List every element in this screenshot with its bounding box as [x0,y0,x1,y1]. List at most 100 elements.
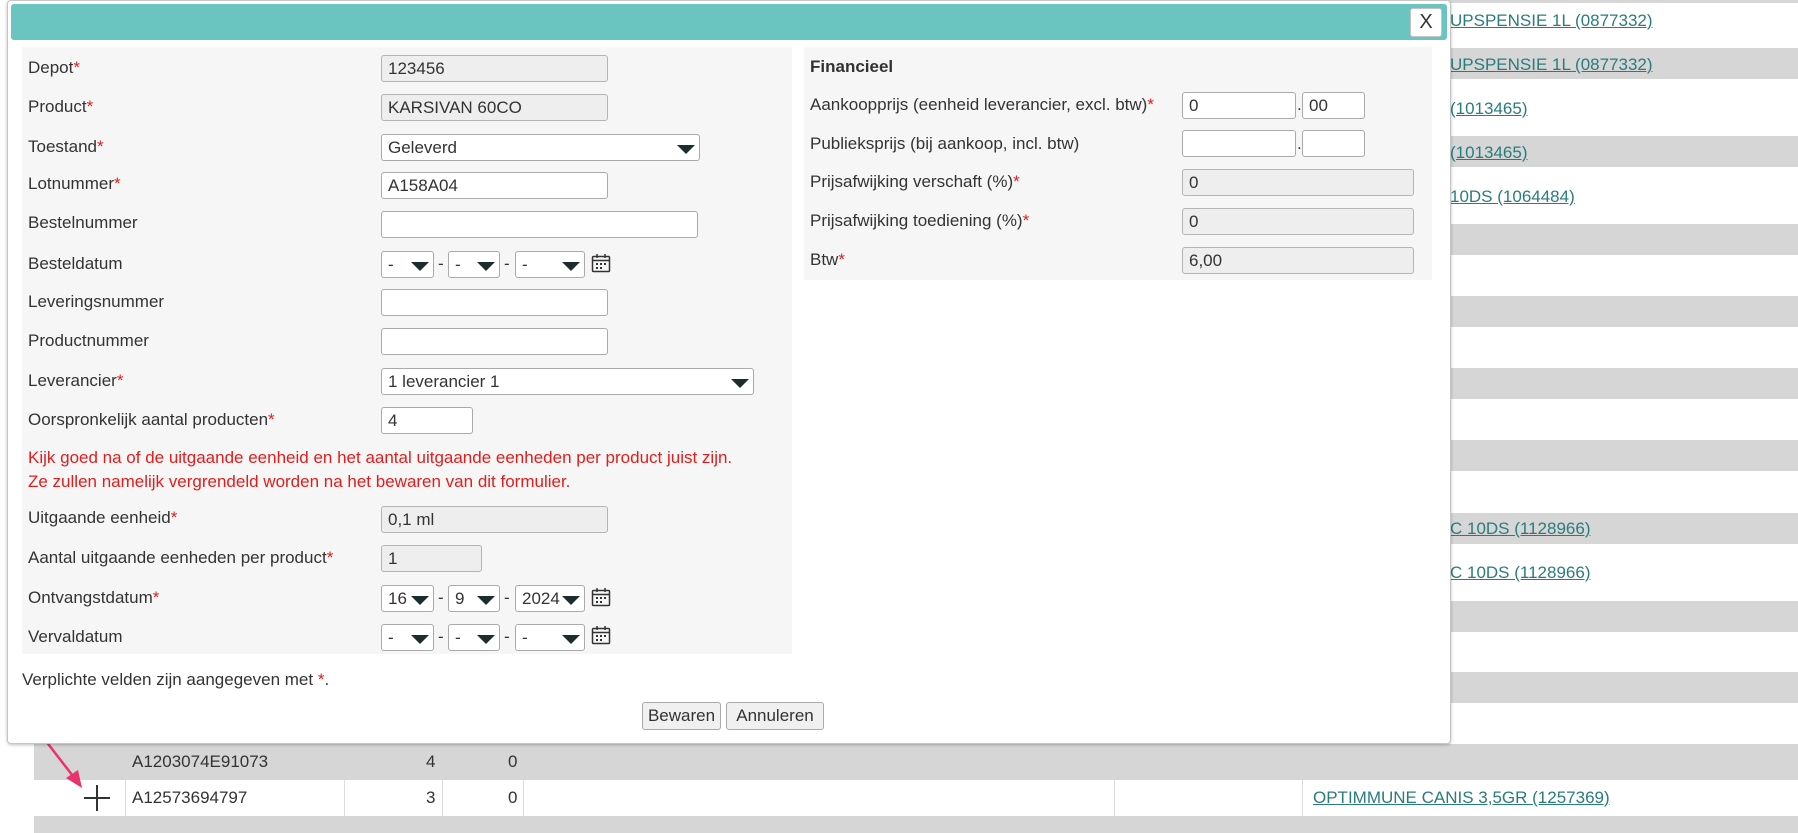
product-link[interactable]: 10DS (1064484) [1450,187,1575,207]
financial-section-title: Financieel [810,57,894,76]
oorspronkelijk-aantal-label: Oorspronkelijk aantal producten* [28,410,275,429]
product-field[interactable]: KARSIVAN 60CO [381,94,608,121]
save-button[interactable]: Bewaren [642,702,721,730]
calendar-icon[interactable] [591,625,611,645]
table-row-stripe [1447,672,1798,703]
product-link[interactable]: UPSPENSIE 1L (0877332) [1450,55,1653,75]
aankoopprijs-whole-input[interactable]: 0 [1182,92,1296,119]
product-label: Product* [28,97,94,116]
besteldatum-year-select[interactable]: - [515,251,585,278]
btw-field[interactable]: 6,00 [1182,247,1414,274]
quantity-cell: 3 [426,788,436,807]
chevron-down-icon [562,596,580,605]
besteldatum-label: Besteldatum [28,254,123,273]
bestelnummer-label: Bestelnummer [28,213,138,232]
close-button[interactable]: X [1410,8,1442,37]
aankoopprijs-label: Aankoopprijs (eenheid leverancier, excl.… [810,95,1154,114]
besteldatum-day-select[interactable]: - [381,251,434,278]
prijsafwijking-verschaft-field[interactable]: 0 [1182,169,1414,196]
calendar-icon[interactable] [591,253,611,273]
leverancier-select[interactable]: 1 leverancier 1 [381,368,754,395]
table-row-stripe [1447,224,1798,255]
aantal-uitgaande-field[interactable]: 1 [381,545,482,572]
chevron-down-icon [562,262,580,271]
table-row-stripe [1447,440,1798,471]
product-link[interactable]: OPTIMMUNE CANIS 3,5GR (1257369) [1313,780,1610,816]
oorspronkelijk-aantal-input[interactable]: 4 [381,407,473,434]
product-link[interactable]: UPSPENSIE 1L (0877332) [1450,11,1653,31]
quantity-cell: 4 [426,752,436,771]
count-cell: 0 [508,788,518,807]
prijsafwijking-toediening-field[interactable]: 0 [1182,208,1414,235]
depot-label: Depot* [28,58,80,77]
leverancier-label: Leverancier* [28,371,124,390]
productnummer-label: Productnummer [28,331,149,350]
warning-line-2: Ze zullen namelijk vergrendeld worden na… [28,472,571,491]
date-separator: - [504,627,510,646]
ontvangstdatum-month-select[interactable]: 9 [448,585,500,612]
publieksprijs-label: Publieksprijs (bij aankoop, incl. btw) [810,134,1080,153]
product-link[interactable]: C 10DS (1128966) [1450,563,1591,583]
uitgaande-eenheid-field[interactable]: 0,1 ml [381,506,608,533]
table-row: A12573694797 3 0 OPTIMMUNE CANIS 3,5GR (… [34,780,1798,816]
chevron-down-icon [677,145,695,154]
date-separator: - [438,254,444,273]
vervaldatum-label: Vervaldatum [28,627,123,646]
count-cell: 0 [508,752,518,771]
productnummer-input[interactable] [381,328,608,355]
chevron-down-icon [477,596,495,605]
table-row-stripe [1447,368,1798,399]
date-separator: - [504,254,510,273]
chevron-down-icon [477,262,495,271]
dialog-title-bar: X [11,4,1447,40]
table-row-stripe [1447,0,1798,3]
table-row-stripe [1447,296,1798,327]
edit-lot-dialog: X Depot* Product* Toestand* Lotnummer* B… [7,0,1451,744]
publieksprijs-decimal-input[interactable] [1302,130,1365,157]
leveringsnummer-input[interactable] [381,289,608,316]
aantal-uitgaande-label: Aantal uitgaande eenheden per product* [28,548,334,567]
date-separator: - [438,627,444,646]
toestand-label: Toestand* [28,137,104,156]
financial-panel [804,47,1432,280]
chevron-down-icon [411,262,429,271]
prijsafwijking-toediening-label: Prijsafwijking toediening (%)* [810,211,1030,230]
chevron-down-icon [562,635,580,644]
table-row-stripe [1447,601,1798,632]
chevron-down-icon [411,596,429,605]
product-link[interactable]: (1013465) [1450,99,1528,119]
warning-line-1: Kijk goed na of de uitgaande eenheid en … [28,448,733,467]
product-link[interactable]: (1013465) [1450,143,1528,163]
calendar-icon[interactable] [591,587,611,607]
product-link[interactable]: C 10DS (1128966) [1450,519,1591,539]
table-row: A1203074E91073 4 0 [34,744,1798,780]
required-fields-note: Verplichte velden zijn aangegeven met *. [22,670,330,689]
besteldatum-month-select[interactable]: - [448,251,500,278]
depot-field[interactable]: 123456 [381,55,608,82]
lotnummer-input[interactable]: A158A04 [381,172,608,199]
ontvangstdatum-year-select[interactable]: 2024 [515,585,585,612]
chevron-down-icon [731,379,749,388]
uitgaande-eenheid-label: Uitgaande eenheid* [28,508,178,527]
lot-number: A1203074E91073 [132,752,269,771]
bestelnummer-input[interactable] [381,211,698,238]
publieksprijs-whole-input[interactable] [1182,130,1296,157]
lotnummer-label: Lotnummer* [28,174,121,193]
lot-number: A12573694797 [132,788,248,807]
date-separator: - [438,588,444,607]
toestand-select[interactable]: Geleverd [381,134,700,161]
ontvangstdatum-day-select[interactable]: 16 [381,585,434,612]
vervaldatum-month-select[interactable]: - [448,624,500,651]
chevron-down-icon [477,635,495,644]
chevron-down-icon [411,635,429,644]
vervaldatum-day-select[interactable]: - [381,624,434,651]
btw-label: Btw* [810,250,845,269]
leveringsnummer-label: Leveringsnummer [28,292,165,311]
prijsafwijking-verschaft-label: Prijsafwijking verschaft (%)* [810,172,1020,191]
ontvangstdatum-label: Ontvangstdatum* [28,588,160,607]
table-row [34,816,1798,833]
aankoopprijs-decimal-input[interactable]: 00 [1302,92,1365,119]
date-separator: - [504,588,510,607]
cancel-button[interactable]: Annuleren [726,702,824,730]
vervaldatum-year-select[interactable]: - [515,624,585,651]
